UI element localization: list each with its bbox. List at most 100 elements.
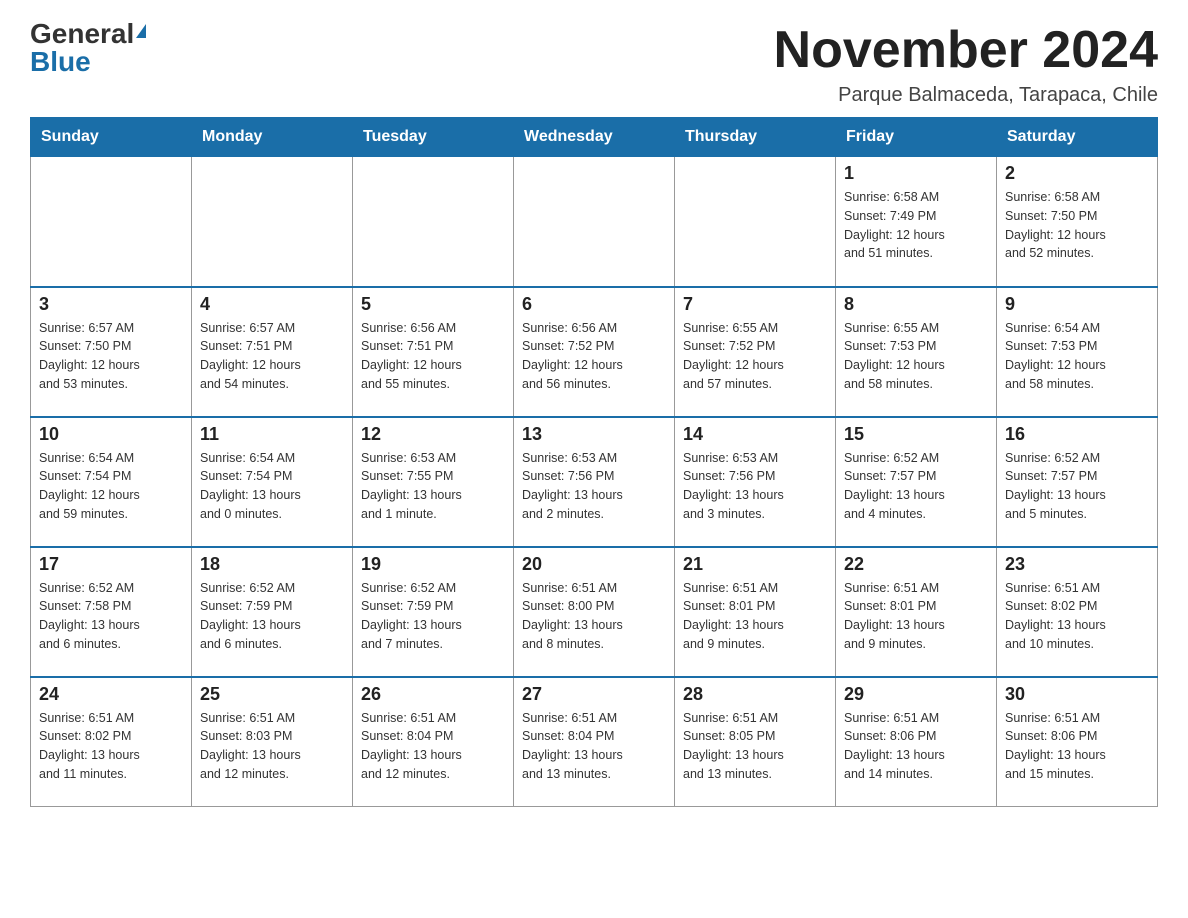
day-info: Sunrise: 6:52 AM Sunset: 7:59 PM Dayligh… [200,579,344,654]
calendar-cell: 8 Sunrise: 6:55 AM Sunset: 7:53 PM Daylig… [836,287,997,417]
day-info: Sunrise: 6:51 AM Sunset: 8:06 PM Dayligh… [1005,709,1149,784]
page-header: General Blue November 2024 Parque Balmac… [30,20,1158,107]
calendar-cell: 27Sunrise: 6:51 AM Sunset: 8:04 PM Dayli… [514,677,675,807]
logo-general-text: General [30,20,134,48]
day-info: Sunrise: 6:56 AM Sunset: 7:52 PM Dayligh… [522,319,666,394]
day-number: 23 [1005,554,1149,575]
day-info: Sunrise: 6:55 AM Sunset: 7:53 PM Dayligh… [844,319,988,394]
calendar-cell: 4 Sunrise: 6:57 AM Sunset: 7:51 PM Daylig… [192,287,353,417]
day-number: 15 [844,424,988,445]
calendar-cell: 23 Sunrise: 6:51 AM Sunset: 8:02 PM Dayli… [997,547,1158,677]
day-info: Sunrise: 6:51 AM Sunset: 8:01 PM Dayligh… [844,579,988,654]
logo-blue-text: Blue [30,48,91,76]
calendar-cell: 16 Sunrise: 6:52 AM Sunset: 7:57 PM Dayli… [997,417,1158,547]
day-number: 30 [1005,684,1149,705]
day-info: Sunrise: 6:51 AM Sunset: 8:01 PM Dayligh… [683,579,827,654]
month-title: November 2024 [774,20,1158,80]
calendar-week-row: 24 Sunrise: 6:51 AM Sunset: 8:02 PM Dayli… [31,677,1158,807]
calendar-cell [353,157,514,287]
calendar-header-row: SundayMondayTuesdayWednesdayThursdayFrid… [31,118,1158,157]
day-info: Sunrise: 6:52 AM Sunset: 7:58 PM Dayligh… [39,579,183,654]
column-header-monday: Monday [192,118,353,157]
day-number: 5 [361,294,505,315]
calendar-cell: 30 Sunrise: 6:51 AM Sunset: 8:06 PM Dayli… [997,677,1158,807]
day-info: Sunrise: 6:51 AM Sunset: 8:05 PM Dayligh… [683,709,827,784]
day-info: Sunrise: 6:52 AM Sunset: 7:59 PM Dayligh… [361,579,505,654]
day-info: Sunrise: 6:54 AM Sunset: 7:54 PM Dayligh… [39,449,183,524]
day-number: 3 [39,294,183,315]
day-number: 24 [39,684,183,705]
day-info: Sunrise: 6:57 AM Sunset: 7:51 PM Dayligh… [200,319,344,394]
day-number: 6 [522,294,666,315]
day-info: Sunrise: 6:51 AM Sunset: 8:02 PM Dayligh… [1005,579,1149,654]
calendar-cell: 26 Sunrise: 6:51 AM Sunset: 8:04 PM Dayli… [353,677,514,807]
day-number: 28 [683,684,827,705]
calendar-cell: 17 Sunrise: 6:52 AM Sunset: 7:58 PM Dayli… [31,547,192,677]
day-info: Sunrise: 6:53 AM Sunset: 7:56 PM Dayligh… [683,449,827,524]
calendar-cell: 1 Sunrise: 6:58 AM Sunset: 7:49 PM Daylig… [836,157,997,287]
day-info: Sunrise: 6:51 AM Sunset: 8:02 PM Dayligh… [39,709,183,784]
day-number: 2 [1005,163,1149,184]
day-number: 4 [200,294,344,315]
calendar-cell: 29 Sunrise: 6:51 AM Sunset: 8:06 PM Dayli… [836,677,997,807]
day-number: 8 [844,294,988,315]
calendar-cell: 11Sunrise: 6:54 AM Sunset: 7:54 PM Dayli… [192,417,353,547]
day-info: Sunrise: 6:51 AM Sunset: 8:00 PM Dayligh… [522,579,666,654]
day-info: Sunrise: 6:52 AM Sunset: 7:57 PM Dayligh… [1005,449,1149,524]
day-number: 20 [522,554,666,575]
day-info: Sunrise: 6:58 AM Sunset: 7:49 PM Dayligh… [844,188,988,263]
title-block: November 2024 Parque Balmaceda, Tarapaca… [774,20,1158,107]
calendar-cell: 28 Sunrise: 6:51 AM Sunset: 8:05 PM Dayli… [675,677,836,807]
day-number: 17 [39,554,183,575]
day-number: 14 [683,424,827,445]
day-info: Sunrise: 6:55 AM Sunset: 7:52 PM Dayligh… [683,319,827,394]
day-number: 21 [683,554,827,575]
day-number: 13 [522,424,666,445]
day-number: 10 [39,424,183,445]
day-number: 9 [1005,294,1149,315]
day-info: Sunrise: 6:56 AM Sunset: 7:51 PM Dayligh… [361,319,505,394]
day-info: Sunrise: 6:58 AM Sunset: 7:50 PM Dayligh… [1005,188,1149,263]
day-number: 1 [844,163,988,184]
calendar-cell: 3Sunrise: 6:57 AM Sunset: 7:50 PM Daylig… [31,287,192,417]
calendar-cell: 14 Sunrise: 6:53 AM Sunset: 7:56 PM Dayli… [675,417,836,547]
logo-triangle-icon [136,24,146,38]
day-number: 27 [522,684,666,705]
day-number: 12 [361,424,505,445]
calendar-table: SundayMondayTuesdayWednesdayThursdayFrid… [30,117,1158,807]
calendar-week-row: 17 Sunrise: 6:52 AM Sunset: 7:58 PM Dayli… [31,547,1158,677]
location-subtitle: Parque Balmaceda, Tarapaca, Chile [774,84,1158,107]
logo: General Blue [30,20,146,76]
day-info: Sunrise: 6:51 AM Sunset: 8:06 PM Dayligh… [844,709,988,784]
day-info: Sunrise: 6:51 AM Sunset: 8:03 PM Dayligh… [200,709,344,784]
day-number: 7 [683,294,827,315]
calendar-cell [192,157,353,287]
calendar-cell: 5 Sunrise: 6:56 AM Sunset: 7:51 PM Daylig… [353,287,514,417]
day-info: Sunrise: 6:51 AM Sunset: 8:04 PM Dayligh… [361,709,505,784]
day-number: 26 [361,684,505,705]
calendar-cell: 22 Sunrise: 6:51 AM Sunset: 8:01 PM Dayli… [836,547,997,677]
column-header-tuesday: Tuesday [353,118,514,157]
day-info: Sunrise: 6:53 AM Sunset: 7:55 PM Dayligh… [361,449,505,524]
calendar-cell: 24 Sunrise: 6:51 AM Sunset: 8:02 PM Dayli… [31,677,192,807]
column-header-saturday: Saturday [997,118,1158,157]
calendar-cell: 12 Sunrise: 6:53 AM Sunset: 7:55 PM Dayli… [353,417,514,547]
calendar-cell [31,157,192,287]
calendar-cell [514,157,675,287]
calendar-cell: 2 Sunrise: 6:58 AM Sunset: 7:50 PM Daylig… [997,157,1158,287]
calendar-cell [675,157,836,287]
calendar-cell: 21 Sunrise: 6:51 AM Sunset: 8:01 PM Dayli… [675,547,836,677]
calendar-cell: 13Sunrise: 6:53 AM Sunset: 7:56 PM Dayli… [514,417,675,547]
day-number: 18 [200,554,344,575]
column-header-friday: Friday [836,118,997,157]
column-header-thursday: Thursday [675,118,836,157]
calendar-cell: 7 Sunrise: 6:55 AM Sunset: 7:52 PM Daylig… [675,287,836,417]
day-number: 29 [844,684,988,705]
day-number: 22 [844,554,988,575]
day-info: Sunrise: 6:52 AM Sunset: 7:57 PM Dayligh… [844,449,988,524]
day-info: Sunrise: 6:54 AM Sunset: 7:53 PM Dayligh… [1005,319,1149,394]
day-info: Sunrise: 6:54 AM Sunset: 7:54 PM Dayligh… [200,449,344,524]
calendar-week-row: 1 Sunrise: 6:58 AM Sunset: 7:49 PM Daylig… [31,157,1158,287]
calendar-cell: 10 Sunrise: 6:54 AM Sunset: 7:54 PM Dayli… [31,417,192,547]
day-number: 16 [1005,424,1149,445]
